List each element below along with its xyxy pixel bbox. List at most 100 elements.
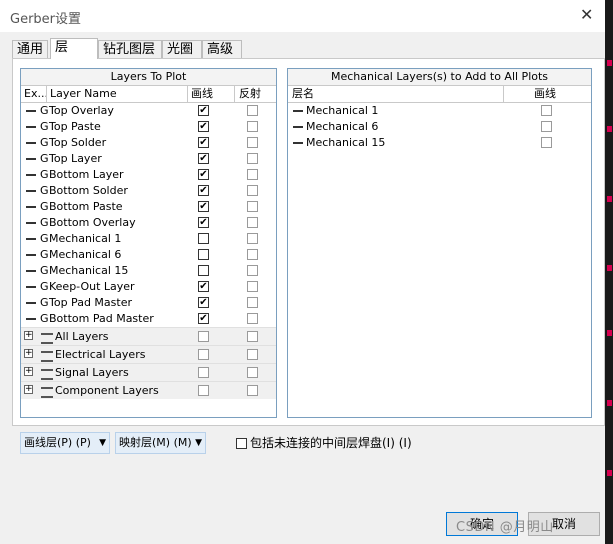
plot-checkbox[interactable] <box>198 331 209 342</box>
mirror-checkbox[interactable] <box>247 121 258 132</box>
gerber-settings-dialog: Gerber设置 ✕ 通用 层 钻孔图层 光圈 高级 Layers To Plo… <box>0 0 605 544</box>
plot-checkbox[interactable]: ✔ <box>198 281 209 292</box>
layer-row[interactable]: G Bottom Pad Master ✔ <box>21 311 276 327</box>
mechanical-layer-row[interactable]: Mechanical 6 <box>288 119 591 135</box>
col-mirror[interactable]: 反射 <box>239 86 261 102</box>
mirror-checkbox[interactable] <box>247 201 258 212</box>
plot-checkbox[interactable] <box>198 265 209 276</box>
layer-row[interactable]: G Top Layer ✔ <box>21 151 276 167</box>
layer-stack-icon <box>41 351 53 362</box>
include-unconnected-pads-label: 包括未连接的中间层焊盘(I) (I) <box>250 436 412 450</box>
mirror-checkbox[interactable] <box>247 265 258 276</box>
mirror-checkbox[interactable] <box>247 217 258 228</box>
mirror-checkbox[interactable] <box>247 105 258 116</box>
mirror-checkbox[interactable] <box>247 297 258 308</box>
layer-row[interactable]: G Bottom Solder ✔ <box>21 183 276 199</box>
background-marker <box>607 470 612 476</box>
tab-apertures[interactable]: 光圈 <box>162 40 202 58</box>
layer-group-row[interactable]: + All Layers <box>21 327 276 345</box>
layer-type-marker: G <box>40 248 49 261</box>
plot-checkbox[interactable] <box>198 249 209 260</box>
col-ex[interactable]: Ex... <box>24 86 48 102</box>
layer-row[interactable]: G Bottom Overlay ✔ <box>21 215 276 231</box>
plot-checkbox[interactable] <box>198 349 209 360</box>
layer-type-marker: G <box>40 264 49 277</box>
tab-layers[interactable]: 层 <box>50 38 98 59</box>
mechanical-layer-name: Mechanical 15 <box>306 136 386 149</box>
plot-checkbox[interactable] <box>198 385 209 396</box>
close-icon[interactable]: ✕ <box>580 6 593 24</box>
layer-group-row[interactable]: + Component Layers <box>21 381 276 399</box>
plot-checkbox[interactable]: ✔ <box>198 153 209 164</box>
mirror-checkbox[interactable] <box>247 137 258 148</box>
map-layers-dropdown[interactable]: 映射层(M) (M) ▼ <box>115 432 206 454</box>
layer-name: Bottom Paste <box>49 200 123 213</box>
expand-icon[interactable]: + <box>24 385 33 394</box>
mirror-checkbox[interactable] <box>247 153 258 164</box>
layer-row[interactable]: G Top Pad Master ✔ <box>21 295 276 311</box>
plot-checkbox[interactable]: ✔ <box>198 201 209 212</box>
plot-checkbox[interactable]: ✔ <box>198 217 209 228</box>
expand-icon[interactable]: + <box>24 331 33 340</box>
include-unconnected-pads-option[interactable]: 包括未连接的中间层焊盘(I) (I) <box>236 436 412 450</box>
expand-icon[interactable]: + <box>24 367 33 376</box>
layer-row[interactable]: G Bottom Layer ✔ <box>21 167 276 183</box>
plot-checkbox[interactable]: ✔ <box>198 313 209 324</box>
mechanical-layer-name: Mechanical 1 <box>306 104 379 117</box>
layer-row[interactable]: G Bottom Paste ✔ <box>21 199 276 215</box>
plot-checkbox[interactable]: ✔ <box>198 297 209 308</box>
mirror-checkbox[interactable] <box>247 313 258 324</box>
mirror-checkbox[interactable] <box>247 281 258 292</box>
layer-row[interactable]: G Mechanical 6 <box>21 247 276 263</box>
plot-checkbox[interactable] <box>198 367 209 378</box>
mirror-checkbox[interactable] <box>247 367 258 378</box>
tab-drill-drawing[interactable]: 钻孔图层 <box>98 40 162 58</box>
layer-group-label: Electrical Layers <box>55 348 146 361</box>
tab-advanced[interactable]: 高级 <box>202 40 242 58</box>
mechanical-layer-name: Mechanical 6 <box>306 120 379 133</box>
layer-group-row[interactable]: + Electrical Layers <box>21 345 276 363</box>
mechanical-layer-row[interactable]: Mechanical 1 <box>288 103 591 119</box>
plot-checkbox[interactable]: ✔ <box>198 105 209 116</box>
layer-type-marker: G <box>40 104 49 117</box>
plot-checkbox[interactable] <box>198 233 209 244</box>
plot-checkbox[interactable] <box>541 105 552 116</box>
col-layer-name[interactable]: 层名 <box>292 86 314 102</box>
col-layer-name[interactable]: Layer Name <box>50 86 117 102</box>
col-plot[interactable]: 画线 <box>191 86 213 102</box>
mirror-checkbox[interactable] <box>247 249 258 260</box>
plot-checkbox[interactable]: ✔ <box>198 185 209 196</box>
col-plot[interactable]: 画线 <box>534 86 556 102</box>
mirror-checkbox[interactable] <box>247 233 258 244</box>
layer-row[interactable]: G Mechanical 1 <box>21 231 276 247</box>
layer-row[interactable]: G Keep-Out Layer ✔ <box>21 279 276 295</box>
plot-checkbox[interactable]: ✔ <box>198 137 209 148</box>
layer-group-row[interactable]: + Signal Layers <box>21 363 276 381</box>
include-unconnected-pads-checkbox[interactable] <box>236 438 247 449</box>
layer-row[interactable]: G Top Paste ✔ <box>21 119 276 135</box>
layer-type-marker: G <box>40 280 49 293</box>
layer-row[interactable]: G Top Overlay ✔ <box>21 103 276 119</box>
layer-color-icon <box>293 110 303 112</box>
plot-checkbox[interactable]: ✔ <box>198 121 209 132</box>
background-marker <box>607 126 612 132</box>
tab-general[interactable]: 通用 <box>12 40 48 58</box>
plot-checkbox[interactable]: ✔ <box>198 169 209 180</box>
mechanical-column-header: 层名 画线 <box>288 86 591 103</box>
layer-color-icon <box>293 142 303 144</box>
mirror-checkbox[interactable] <box>247 331 258 342</box>
mirror-checkbox[interactable] <box>247 385 258 396</box>
mirror-checkbox[interactable] <box>247 185 258 196</box>
mirror-checkbox[interactable] <box>247 169 258 180</box>
layer-color-icon <box>26 206 36 208</box>
layer-group-label: All Layers <box>55 330 109 343</box>
layer-row[interactable]: G Mechanical 15 <box>21 263 276 279</box>
plot-checkbox[interactable] <box>541 121 552 132</box>
layer-name: Mechanical 6 <box>49 248 122 261</box>
expand-icon[interactable]: + <box>24 349 33 358</box>
mechanical-layer-row[interactable]: Mechanical 15 <box>288 135 591 151</box>
mirror-checkbox[interactable] <box>247 349 258 360</box>
plot-checkbox[interactable] <box>541 137 552 148</box>
layer-row[interactable]: G Top Solder ✔ <box>21 135 276 151</box>
plot-layers-dropdown[interactable]: 画线层(P) (P) ▼ <box>20 432 110 454</box>
